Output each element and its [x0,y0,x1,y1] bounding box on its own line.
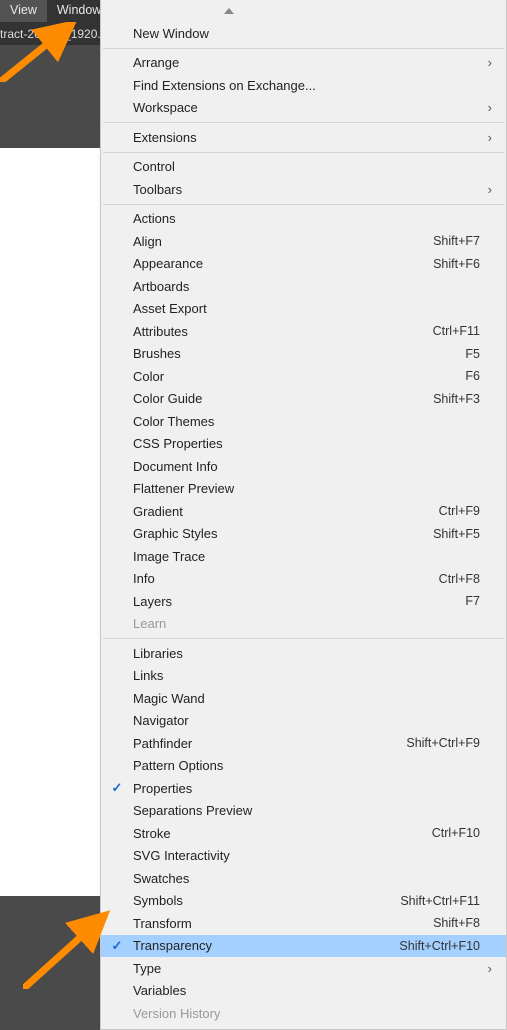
menu-attributes[interactable]: AttributesCtrl+F11 [101,320,506,343]
menu-arrange[interactable]: Arrange› [101,52,506,75]
separator [103,122,504,123]
menu-color-themes[interactable]: Color Themes [101,410,506,433]
menu-actions[interactable]: Actions [101,208,506,231]
menu-brushes[interactable]: BrushesF5 [101,343,506,366]
separator [103,204,504,205]
menu-navigator[interactable]: Navigator [101,710,506,733]
menu-color[interactable]: ColorF6 [101,365,506,388]
menu-separations-preview[interactable]: Separations Preview [101,800,506,823]
menu-transform[interactable]: TransformShift+F8 [101,912,506,935]
chevron-right-icon: › [480,182,492,197]
menu-asset-export[interactable]: Asset Export [101,298,506,321]
menu-info[interactable]: InfoCtrl+F8 [101,568,506,591]
canvas-document [0,148,100,896]
menu-variables[interactable]: Variables [101,980,506,1003]
menu-color-guide[interactable]: Color GuideShift+F3 [101,388,506,411]
menu-pattern-options[interactable]: Pattern Options [101,755,506,778]
checkmark-icon [101,780,133,796]
menu-appearance[interactable]: AppearanceShift+F6 [101,253,506,276]
menu-workspace[interactable]: Workspace› [101,97,506,120]
menu-control[interactable]: Control [101,156,506,179]
menu-new-window[interactable]: New Window [101,22,506,45]
menu-image-trace[interactable]: Image Trace [101,545,506,568]
menu-pathfinder[interactable]: PathfinderShift+Ctrl+F9 [101,732,506,755]
menu-magic-wand[interactable]: Magic Wand [101,687,506,710]
menu-find-extensions[interactable]: Find Extensions on Exchange... [101,74,506,97]
menu-swatches[interactable]: Swatches [101,867,506,890]
menu-libraries[interactable]: Libraries [101,642,506,665]
menu-gradient[interactable]: GradientCtrl+F9 [101,500,506,523]
menu-svg-interactivity[interactable]: SVG Interactivity [101,845,506,868]
separator [103,48,504,49]
checkmark-icon [101,938,133,954]
menu-graphic-styles[interactable]: Graphic StylesShift+F5 [101,523,506,546]
menu-document-info[interactable]: Document Info [101,455,506,478]
menu-links[interactable]: Links [101,665,506,688]
chevron-right-icon: › [480,130,492,145]
menu-layers[interactable]: LayersF7 [101,590,506,613]
window-dropdown: New Window Arrange› Find Extensions on E… [100,0,507,1030]
menu-transparency[interactable]: TransparencyShift+Ctrl+F10 [101,935,506,958]
chevron-right-icon: › [480,961,492,976]
menu-properties[interactable]: Properties [101,777,506,800]
menu-flattener-preview[interactable]: Flattener Preview [101,478,506,501]
menu-align[interactable]: AlignShift+F7 [101,230,506,253]
menu-learn: Learn [101,613,506,636]
document-tab[interactable]: tract-26779 _1920. [0,22,109,45]
menu-extensions[interactable]: Extensions› [101,126,506,149]
menu-css-properties[interactable]: CSS Properties [101,433,506,456]
separator [103,638,504,639]
chevron-right-icon: › [480,55,492,70]
menu-version-history: Version History [101,1002,506,1025]
scroll-up-icon[interactable] [224,8,234,14]
menu-view[interactable]: View [0,0,47,22]
menu-artboards[interactable]: Artboards [101,275,506,298]
menu-stroke[interactable]: StrokeCtrl+F10 [101,822,506,845]
menu-type[interactable]: Type› [101,957,506,980]
menu-symbols[interactable]: SymbolsShift+Ctrl+F11 [101,890,506,913]
separator [103,152,504,153]
chevron-right-icon: › [480,100,492,115]
menu-toolbars[interactable]: Toolbars› [101,178,506,201]
